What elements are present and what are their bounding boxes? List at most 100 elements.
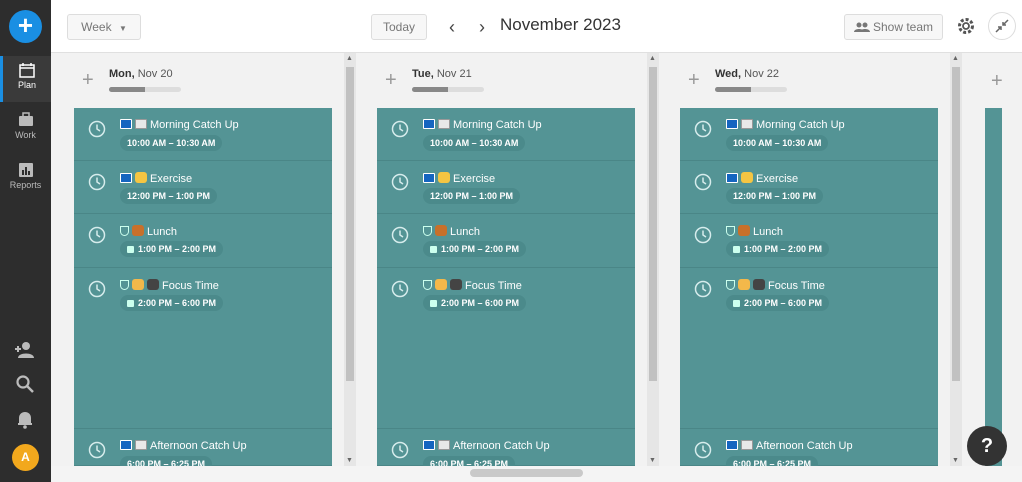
scrollbar-thumb[interactable] — [952, 67, 960, 381]
sidebar-item-reports[interactable]: Reports — [0, 156, 51, 202]
calendar-event[interactable]: Lunch 1:00 PM – 2:00 PM — [377, 214, 635, 268]
scroll-up-icon[interactable]: ▲ — [346, 55, 353, 62]
calendar-event[interactable]: Morning Catch Up 10:00 AM – 10:30 AM — [377, 108, 635, 161]
collapse-icon — [995, 19, 1009, 33]
calendar-event[interactable]: Focus Time 2:00 PM – 6:00 PM — [377, 268, 635, 429]
event-time-text: 2:00 PM – 6:00 PM — [138, 298, 217, 308]
calendar-tag-icon — [120, 119, 132, 129]
add-task-icon[interactable]: + — [991, 70, 1003, 93]
face-icon — [738, 279, 750, 290]
scrollbar-thumb[interactable] — [649, 67, 657, 381]
event-time: 12:00 PM – 1:00 PM — [423, 188, 521, 204]
scrollbar-thumb[interactable] — [346, 67, 354, 381]
calendar-event[interactable]: Afternoon Catch Up 6:00 PM – 6:25 PM — [74, 429, 332, 472]
help-button[interactable]: ? — [967, 426, 1007, 466]
add-person-icon[interactable] — [15, 340, 35, 360]
scroll-up-icon[interactable]: ▲ — [952, 55, 959, 62]
horizontal-scrollbar[interactable] — [51, 466, 1022, 482]
calendar-event[interactable]: Afternoon Catch Up 6:00 PM – 6:25 PM — [377, 429, 635, 472]
event-title-text: Afternoon Catch Up — [453, 440, 550, 452]
add-task-icon[interactable]: + — [385, 69, 397, 92]
sidebar-item-plan[interactable]: Plan — [0, 56, 51, 102]
event-title: Morning Catch Up — [120, 119, 239, 131]
clock-icon — [694, 173, 712, 191]
event-title: Exercise — [423, 172, 495, 185]
notes-icon — [135, 440, 147, 450]
event-time-text: 2:00 PM – 6:00 PM — [441, 298, 520, 308]
page-title: November 2023 — [500, 15, 621, 34]
sidebar-item-label: Work — [15, 130, 36, 140]
avatar[interactable]: A — [12, 444, 39, 471]
chevron-right-icon[interactable]: › — [472, 14, 492, 40]
calendar-event[interactable]: Exercise 12:00 PM – 1:00 PM — [680, 161, 938, 214]
day-column-partial — [985, 108, 1002, 466]
flexed-bicep-icon — [438, 172, 450, 183]
event-time: 12:00 PM – 1:00 PM — [726, 188, 824, 204]
scroll-up-icon[interactable]: ▲ — [649, 55, 656, 62]
collapse-button[interactable] — [988, 12, 1016, 40]
calendar-event[interactable]: Exercise 12:00 PM – 1:00 PM — [377, 161, 635, 214]
scroll-down-icon[interactable]: ▼ — [346, 457, 353, 464]
shield-icon — [423, 226, 432, 236]
scrollbar-thumb[interactable] — [470, 469, 583, 477]
event-title: Afternoon Catch Up — [726, 440, 853, 452]
event-title: Morning Catch Up — [423, 119, 542, 131]
clock-icon — [88, 280, 106, 298]
bell-icon[interactable] — [15, 409, 35, 429]
sidebar-item-work[interactable]: Work — [0, 106, 51, 152]
view-select[interactable]: Week ▼ — [67, 14, 141, 40]
shield-icon — [726, 226, 735, 236]
sidebar-item-label: Plan — [17, 80, 36, 90]
lock-icon — [127, 300, 134, 307]
event-time: 10:00 AM – 10:30 AM — [726, 135, 829, 151]
clock-icon — [694, 226, 712, 244]
event-title-text: Morning Catch Up — [150, 119, 239, 131]
day-plan: Morning Catch Up 10:00 AM – 10:30 AM Exe… — [680, 108, 938, 472]
chevron-left-icon[interactable]: ‹ — [442, 14, 462, 40]
clock-icon — [694, 280, 712, 298]
vertical-scrollbar[interactable]: ▲ ▼ — [647, 53, 659, 466]
day-plan: Morning Catch Up 10:00 AM – 10:30 AM Exe… — [74, 108, 332, 472]
calendar-event[interactable]: Lunch 1:00 PM – 2:00 PM — [680, 214, 938, 268]
shield-icon — [120, 226, 129, 236]
people-icon — [853, 22, 870, 32]
event-title-text: Lunch — [147, 226, 177, 238]
notes-icon — [438, 119, 450, 129]
show-team-button[interactable]: Show team — [844, 14, 943, 40]
scroll-down-icon[interactable]: ▼ — [649, 457, 656, 464]
calendar-event[interactable]: Morning Catch Up 10:00 AM – 10:30 AM — [74, 108, 332, 161]
event-time-text: 12:00 PM – 1:00 PM — [127, 191, 211, 201]
create-button[interactable]: + — [9, 10, 42, 43]
calendar-tag-icon — [423, 440, 435, 450]
notes-icon — [135, 119, 147, 129]
calendar-event[interactable]: Focus Time 2:00 PM – 6:00 PM — [74, 268, 332, 429]
clock-icon — [391, 173, 409, 191]
day-header: + Wed, Nov 22 — [680, 53, 970, 108]
event-title-text: Exercise — [453, 173, 496, 185]
face-icon — [132, 279, 144, 290]
add-task-icon[interactable]: + — [688, 69, 700, 92]
calendar-event[interactable]: Morning Catch Up 10:00 AM – 10:30 AM — [680, 108, 938, 161]
event-title-text: Focus Time — [162, 280, 219, 292]
clock-icon — [391, 280, 409, 298]
event-title: Lunch — [726, 225, 783, 238]
vertical-scrollbar[interactable]: ▲ ▼ — [950, 53, 962, 466]
event-time: 12:00 PM – 1:00 PM — [120, 188, 218, 204]
laptop-icon — [753, 279, 765, 290]
vertical-scrollbar[interactable]: ▲ ▼ — [344, 53, 356, 466]
gear-icon[interactable] — [956, 16, 976, 36]
calendar-tag-icon — [120, 440, 132, 450]
calendar-event[interactable]: Afternoon Catch Up 6:00 PM – 6:25 PM — [680, 429, 938, 472]
lock-icon — [733, 246, 740, 253]
flexed-bicep-icon — [741, 172, 753, 183]
scroll-down-icon[interactable]: ▼ — [952, 457, 959, 464]
add-task-icon[interactable]: + — [82, 69, 94, 92]
show-team-label: Show team — [872, 20, 934, 34]
today-button[interactable]: Today — [371, 14, 427, 40]
notes-icon — [741, 440, 753, 450]
lock-icon — [430, 300, 437, 307]
calendar-event[interactable]: Focus Time 2:00 PM – 6:00 PM — [680, 268, 938, 429]
calendar-event[interactable]: Lunch 1:00 PM – 2:00 PM — [74, 214, 332, 268]
calendar-event[interactable]: Exercise 12:00 PM – 1:00 PM — [74, 161, 332, 214]
search-icon[interactable] — [15, 374, 35, 394]
